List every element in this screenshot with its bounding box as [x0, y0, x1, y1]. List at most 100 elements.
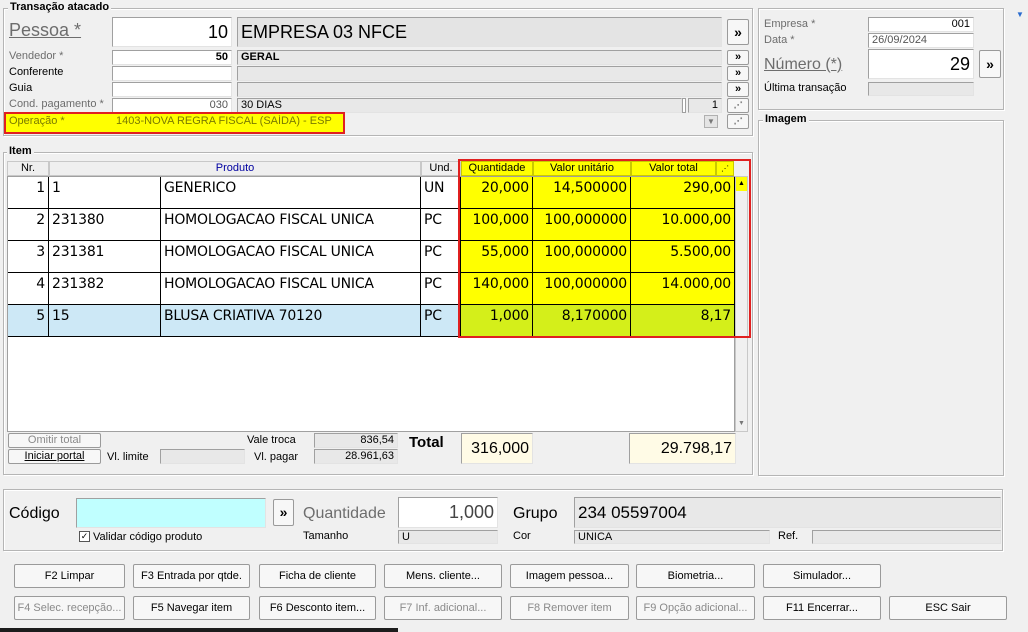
- quantidade-label: Quantidade: [303, 505, 386, 522]
- cell-produto[interactable]: HOMOLOGACAO FISCAL UNICA: [161, 209, 421, 241]
- cell-valor-unitario[interactable]: 100,000000: [533, 209, 631, 241]
- col-header-valor-total[interactable]: Valor total: [631, 161, 716, 176]
- cell-nr[interactable]: 2: [8, 209, 49, 241]
- cell-valor-total[interactable]: 290,00: [631, 177, 735, 209]
- col-header-quantidade[interactable]: Quantidade: [461, 161, 533, 176]
- transacao-legend: Transação atacado: [8, 1, 112, 13]
- col-header-options-icon[interactable]: ⋰: [716, 161, 734, 176]
- cell-quantidade[interactable]: 100,000: [461, 209, 533, 241]
- col-header-und[interactable]: Und.: [421, 161, 461, 176]
- cell-valor-unitario[interactable]: 100,000000: [533, 273, 631, 305]
- cell-produto[interactable]: HOMOLOGACAO FISCAL UNICA: [161, 241, 421, 273]
- item-scrollbar[interactable]: [735, 176, 748, 432]
- iniciar-portal-button[interactable]: Iniciar portal: [8, 449, 101, 464]
- col-header-nr[interactable]: Nr.: [7, 161, 49, 176]
- iniciar-portal-label: Iniciar portal: [24, 450, 85, 462]
- window-dropdown-icon[interactable]: ▼: [1016, 10, 1024, 19]
- cell-quantidade[interactable]: 140,000: [461, 273, 533, 305]
- cell-quantidade[interactable]: 55,000: [461, 241, 533, 273]
- cell-valor-total[interactable]: 5.500,00: [631, 241, 735, 273]
- pessoa-code-input[interactable]: 10: [112, 17, 232, 47]
- vl-pagar-field: 28.961,63: [314, 449, 398, 464]
- bottom-edge-bar: [0, 628, 398, 632]
- cell-und[interactable]: PC: [421, 209, 461, 241]
- vendedor-name-field: GERAL: [237, 50, 722, 65]
- validar-checkbox[interactable]: ✓: [79, 531, 90, 542]
- f8-remover-item-button[interactable]: F8 Remover item: [510, 596, 629, 620]
- cell-und[interactable]: PC: [421, 241, 461, 273]
- f5-navegar-item-button[interactable]: F5 Navegar item: [133, 596, 250, 620]
- col-header-valor-unitario[interactable]: Valor unitário: [533, 161, 631, 176]
- imagem-pessoa-button[interactable]: Imagem pessoa...: [510, 564, 629, 588]
- cell-quantidade[interactable]: 20,000: [461, 177, 533, 209]
- cell-codigo[interactable]: 231382: [49, 273, 161, 305]
- empresa-label: Empresa *: [764, 18, 816, 30]
- numero-more-button[interactable]: »: [979, 50, 1001, 78]
- cell-nr[interactable]: 1: [8, 177, 49, 209]
- cell-codigo[interactable]: 15: [49, 305, 161, 337]
- cell-valor-unitario[interactable]: 100,000000: [533, 241, 631, 273]
- imagem-frame: [758, 120, 1004, 476]
- cell-produto[interactable]: HOMOLOGACAO FISCAL UNICA: [161, 273, 421, 305]
- cell-valor-total[interactable]: 8,17: [631, 305, 735, 337]
- cell-valor-total[interactable]: 14.000,00: [631, 273, 735, 305]
- mens-cliente-button[interactable]: Mens. cliente...: [384, 564, 502, 588]
- scroll-down-icon[interactable]: ▼: [736, 417, 747, 431]
- numero-input[interactable]: 29: [868, 49, 974, 79]
- ultima-transacao-field: [868, 82, 974, 96]
- cor-label: Cor: [513, 530, 531, 542]
- cell-codigo[interactable]: 231381: [49, 241, 161, 273]
- conferente-code-input[interactable]: [112, 66, 232, 81]
- guia-name-field: [237, 82, 722, 97]
- vendedor-more-button[interactable]: »: [727, 50, 749, 65]
- f3-entrada-button[interactable]: F3 Entrada por qtde.: [133, 564, 250, 588]
- guia-code-input[interactable]: [112, 82, 232, 97]
- cell-produto[interactable]: GENERICO: [161, 177, 421, 209]
- f6-desconto-item-button[interactable]: F6 Desconto item...: [259, 596, 376, 620]
- quantidade-input[interactable]: 1,000: [398, 497, 498, 528]
- cell-nr[interactable]: 5: [8, 305, 49, 337]
- cell-quantidade[interactable]: 1,000: [461, 305, 533, 337]
- operacao-select[interactable]: 1403-NOVA REGRA FISCAL (SAÍDA) - ESP: [112, 114, 720, 129]
- esc-sair-button[interactable]: ESC Sair: [889, 596, 1007, 620]
- f11-encerrar-button[interactable]: F11 Encerrar...: [763, 596, 881, 620]
- operacao-dropdown-arrow[interactable]: ▼: [704, 115, 718, 128]
- conferente-more-button[interactable]: »: [727, 66, 749, 81]
- cell-valor-unitario[interactable]: 14,500000: [533, 177, 631, 209]
- empresa-field: 001: [868, 17, 974, 32]
- f7-inf-adicional-button[interactable]: F7 Inf. adicional...: [384, 596, 502, 620]
- omitir-total-button[interactable]: Omitir total: [8, 433, 101, 448]
- biometria-button[interactable]: Biometria...: [636, 564, 755, 588]
- vendedor-code-input[interactable]: 50: [112, 50, 232, 65]
- codigo-input[interactable]: [76, 498, 266, 528]
- operacao-more-button[interactable]: ⋰: [727, 114, 749, 129]
- vl-pagar-label: Vl. pagar: [254, 451, 299, 463]
- cell-und[interactable]: UN: [421, 177, 461, 209]
- col-header-produto[interactable]: Produto: [49, 161, 421, 176]
- guia-label: Guia: [9, 82, 33, 94]
- numero-label: Número (*): [764, 56, 843, 73]
- cell-und[interactable]: PC: [421, 273, 461, 305]
- cond-pagamento-parcelas-field: 1: [688, 98, 722, 113]
- cor-field: UNICA: [574, 530, 770, 544]
- f9-opcao-adicional-button[interactable]: F9 Opção adicional...: [636, 596, 755, 620]
- f2-limpar-button[interactable]: F2 Limpar: [14, 564, 125, 588]
- cell-valor-total[interactable]: 10.000,00: [631, 209, 735, 241]
- guia-more-button[interactable]: »: [727, 82, 749, 97]
- pessoa-more-button[interactable]: »: [727, 19, 749, 45]
- codigo-search-button[interactable]: »: [273, 499, 294, 526]
- ficha-cliente-button[interactable]: Ficha de cliente: [259, 564, 376, 588]
- cell-produto[interactable]: BLUSA CRIATIVA 70120: [161, 305, 421, 337]
- cell-codigo[interactable]: 231380: [49, 209, 161, 241]
- cond-pagamento-code-input[interactable]: 030: [112, 98, 232, 113]
- f4-selec-recepcao-button[interactable]: F4 Selec. recepção...: [14, 596, 125, 620]
- cell-codigo[interactable]: 1: [49, 177, 161, 209]
- conferente-name-field: [237, 66, 722, 81]
- cell-nr[interactable]: 3: [8, 241, 49, 273]
- scroll-up-icon[interactable]: ▲: [736, 177, 747, 191]
- cell-und[interactable]: PC: [421, 305, 461, 337]
- cond-pagamento-more-button[interactable]: ⋰: [727, 98, 749, 113]
- cell-nr[interactable]: 4: [8, 273, 49, 305]
- cell-valor-unitario[interactable]: 8,170000: [533, 305, 631, 337]
- simulador-button[interactable]: Simulador...: [763, 564, 881, 588]
